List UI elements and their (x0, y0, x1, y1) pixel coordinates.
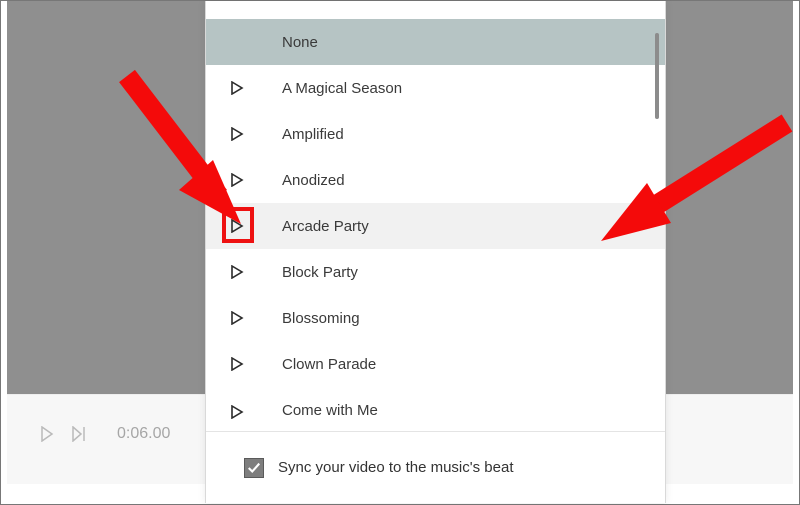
preview-play-button[interactable] (230, 357, 274, 371)
step-forward-icon (71, 426, 87, 442)
preview-play-button[interactable] (230, 265, 274, 279)
scrollbar-thumb[interactable] (655, 33, 659, 119)
music-item-label: Clown Parade (274, 356, 376, 373)
app-window: 0:06.00 None A Magical Season Amplified Ano… (0, 0, 800, 505)
music-picker-panel: None A Magical Season Amplified Anodized Arc… (205, 1, 666, 503)
music-item-label: Amplified (274, 126, 344, 143)
play-icon (230, 127, 244, 141)
play-icon (230, 357, 244, 371)
play-icon (230, 219, 244, 233)
music-item-label: Come with Me (274, 402, 378, 419)
checkmark-icon (247, 461, 261, 475)
play-icon (230, 405, 244, 419)
preview-play-button[interactable] (230, 173, 274, 187)
music-list-item[interactable]: Blossoming (206, 295, 665, 341)
music-list-item[interactable]: Block Party (206, 249, 665, 295)
timecode-display: 0:06.00 (117, 425, 170, 443)
preview-play-button[interactable] (230, 219, 274, 233)
step-forward-button[interactable] (63, 418, 95, 450)
music-list-item[interactable]: Anodized (206, 157, 665, 203)
music-item-label: Anodized (274, 172, 345, 189)
music-list-item[interactable]: Come with Me (206, 387, 665, 419)
music-list-item[interactable]: Arcade Party (206, 203, 665, 249)
music-picker-footer: Sync your video to the music's beat (206, 431, 665, 503)
play-icon (230, 265, 244, 279)
play-button[interactable] (31, 418, 63, 450)
sync-beat-label: Sync your video to the music's beat (278, 459, 513, 476)
music-list-item[interactable]: Clown Parade (206, 341, 665, 387)
music-item-label: Arcade Party (274, 218, 369, 235)
music-item-label: None (274, 34, 318, 51)
music-item-label: A Magical Season (274, 80, 402, 97)
play-icon (230, 81, 244, 95)
play-icon (39, 426, 55, 442)
music-list-item[interactable]: A Magical Season (206, 65, 665, 111)
music-item-label: Block Party (274, 264, 358, 281)
play-icon (230, 311, 244, 325)
preview-play-button[interactable] (230, 405, 274, 419)
music-item-label: Blossoming (274, 310, 360, 327)
sync-beat-checkbox[interactable] (244, 458, 264, 478)
preview-play-button[interactable] (230, 81, 274, 95)
play-icon (230, 173, 244, 187)
music-list-item[interactable]: None (206, 19, 665, 65)
preview-play-button[interactable] (230, 127, 274, 141)
preview-play-button[interactable] (230, 311, 274, 325)
music-list[interactable]: None A Magical Season Amplified Anodized Arc… (206, 13, 665, 419)
music-list-item[interactable]: Amplified (206, 111, 665, 157)
music-list-container: None A Magical Season Amplified Anodized Arc… (206, 13, 665, 431)
